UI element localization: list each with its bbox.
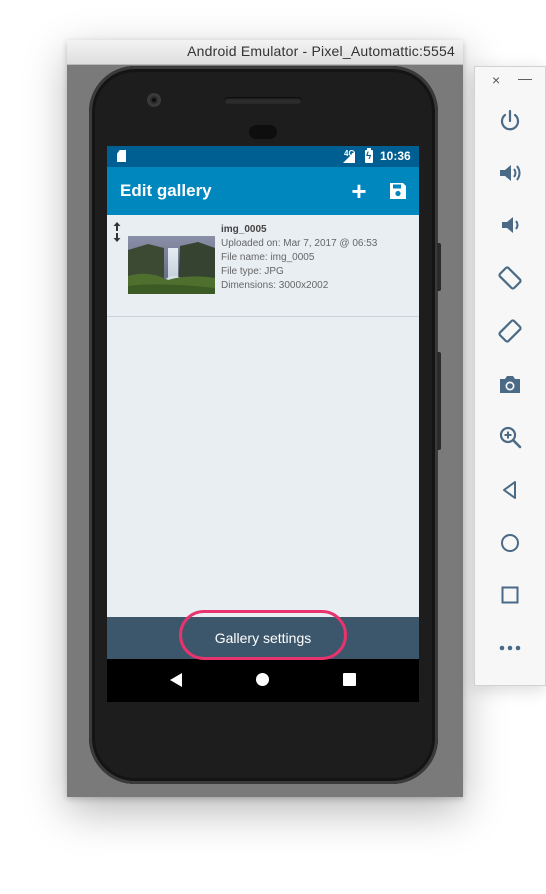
minimize-icon[interactable]: — <box>518 70 532 86</box>
reorder-arrows-icon[interactable] <box>112 221 122 243</box>
app-bar: Edit gallery + <box>107 167 419 215</box>
phone-side-button <box>437 243 441 291</box>
emulator-toolbar: × — <box>474 66 546 686</box>
nav-overview-button[interactable] <box>343 673 356 686</box>
sd-card-icon <box>117 150 126 162</box>
zoom-button[interactable] <box>495 422 525 452</box>
zoom-icon <box>499 426 522 449</box>
rotate-left-button[interactable] <box>495 263 525 293</box>
rotate-right-button[interactable] <box>495 316 525 346</box>
network-type: 4G <box>344 149 355 158</box>
status-time: 10:36 <box>380 149 411 163</box>
power-icon <box>500 109 520 131</box>
earpiece-speaker <box>224 97 302 104</box>
plus-icon: + <box>351 176 367 206</box>
close-icon[interactable]: × <box>492 72 500 88</box>
volume-up-button[interactable] <box>495 158 525 188</box>
item-file-type: File type: JPG <box>221 266 284 277</box>
list-item[interactable]: img_0005 Uploaded on: Mar 7, 2017 @ 06:5… <box>107 215 419 317</box>
window-title: Android Emulator - Pixel_Automattic:5554 <box>187 43 455 59</box>
more-icon <box>499 645 521 651</box>
status-bar: 4G ϟ 10:36 <box>107 146 419 167</box>
back-icon <box>503 481 516 499</box>
bottom-bar: Gallery settings <box>107 617 419 659</box>
add-button[interactable]: + <box>343 175 375 207</box>
overview-icon <box>501 586 519 604</box>
nav-back-button[interactable] <box>170 673 182 687</box>
image-thumbnail[interactable] <box>128 236 215 294</box>
save-button[interactable] <box>382 175 414 207</box>
phone-volume-button <box>437 352 441 450</box>
floppy-save-icon <box>390 183 406 199</box>
volume-down-button[interactable] <box>495 210 525 240</box>
home-button[interactable] <box>495 528 525 558</box>
front-camera <box>147 93 161 107</box>
back-button[interactable] <box>495 475 525 505</box>
battery-icon: ϟ <box>365 148 373 163</box>
rotate-left-icon <box>498 266 522 290</box>
nav-home-button[interactable] <box>256 673 269 686</box>
more-button[interactable] <box>495 633 525 663</box>
screenshot-button[interactable] <box>495 369 525 399</box>
window-titlebar[interactable]: Android Emulator - Pixel_Automattic:5554 <box>67 40 463 65</box>
gallery-settings-button[interactable]: Gallery settings <box>107 617 419 659</box>
gallery-list: img_0005 Uploaded on: Mar 7, 2017 @ 06:5… <box>107 215 419 317</box>
power-button[interactable] <box>495 106 525 136</box>
item-title: img_0005 <box>221 224 267 235</box>
rotate-right-icon <box>498 319 522 343</box>
page-title: Edit gallery <box>120 181 212 200</box>
device-screen: 4G ϟ 10:36 Edit gallery + img_0005 Uploa… <box>107 146 419 702</box>
camera-icon <box>500 376 520 393</box>
system-nav-bar <box>107 659 419 702</box>
item-uploaded: Uploaded on: Mar 7, 2017 @ 06:53 <box>221 238 378 249</box>
item-file-name: File name: img_0005 <box>221 252 315 263</box>
proximity-sensor <box>249 125 277 139</box>
volume-down-icon <box>502 217 519 233</box>
item-dimensions: Dimensions: 3000x2002 <box>221 280 329 291</box>
home-icon <box>501 534 519 552</box>
overview-button[interactable] <box>495 580 525 610</box>
volume-up-icon <box>500 165 521 181</box>
